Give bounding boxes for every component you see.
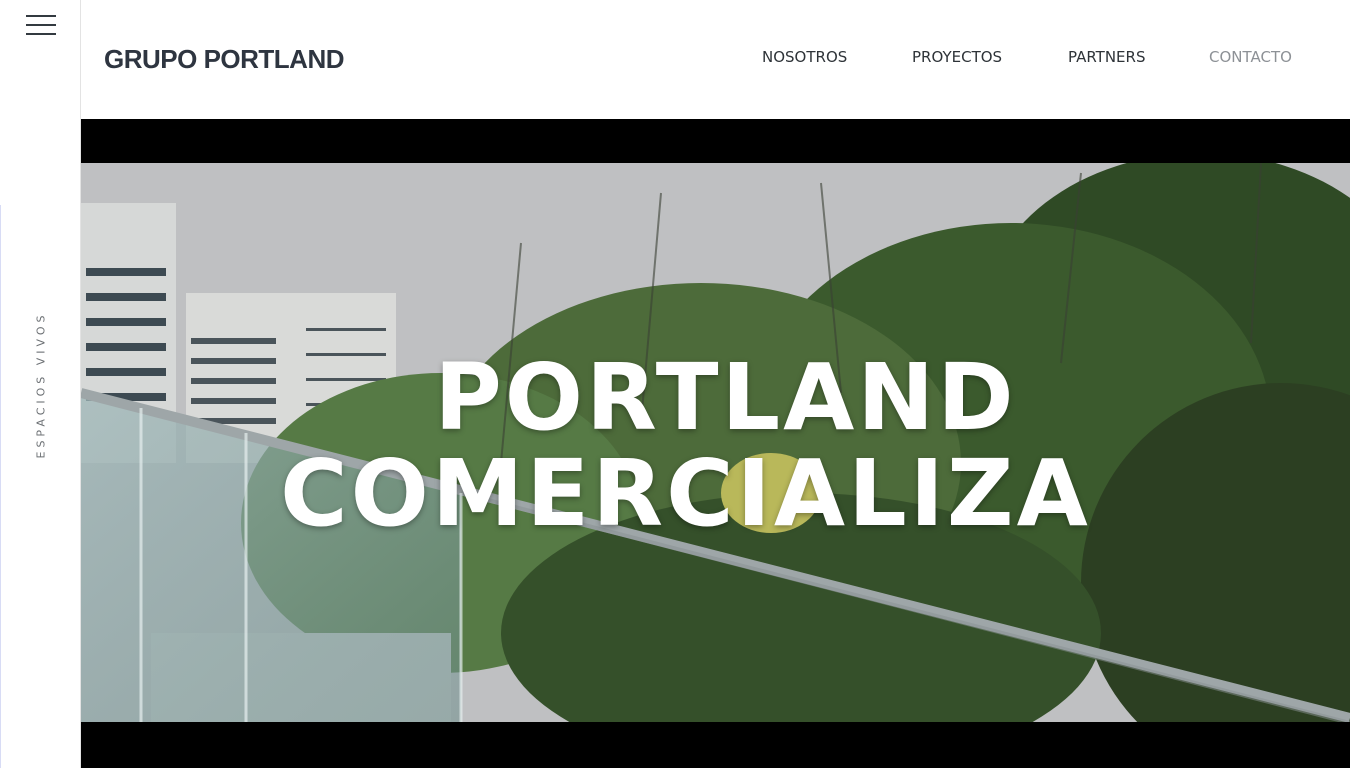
hamburger-bar [26, 15, 56, 17]
hero-video[interactable]: PORTLAND COMERCIALIZA [81, 119, 1350, 768]
nav-link-partners[interactable]: PARTNERS [1068, 48, 1145, 66]
rail-accent-line [0, 205, 1, 768]
vertical-tagline: ESPACIOS VIVOS [34, 311, 48, 459]
hero-headline: PORTLAND COMERCIALIZA [81, 350, 1350, 542]
main-nav: NOSOTROS PROYECTOS PARTNERS CONTACTO [81, 48, 1350, 68]
hero-headline-line2: COMERCIALIZA [280, 440, 1091, 547]
hero-headline-line1: PORTLAND [434, 344, 1017, 451]
hamburger-bar [26, 33, 56, 35]
hamburger-bar [26, 24, 56, 26]
nav-link-nosotros[interactable]: NOSOTROS [762, 48, 847, 66]
nav-link-proyectos[interactable]: PROYECTOS [912, 48, 1002, 66]
nav-link-contacto[interactable]: CONTACTO [1209, 48, 1292, 66]
sidebar-rail: ESPACIOS VIVOS [0, 0, 81, 768]
hero-video-frame: PORTLAND COMERCIALIZA [81, 163, 1350, 722]
hamburger-icon[interactable] [26, 15, 56, 35]
site-header: GRUPO PORTLAND NOSOTROS PROYECTOS PARTNE… [81, 0, 1350, 119]
